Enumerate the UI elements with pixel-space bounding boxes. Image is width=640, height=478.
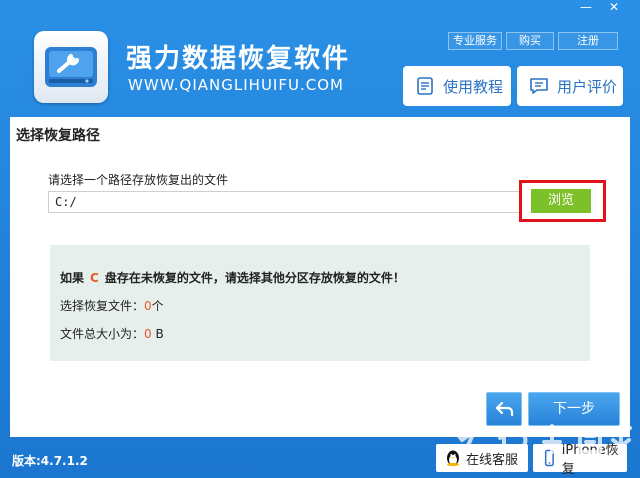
path-input[interactable]: C:/ — [48, 191, 522, 213]
review-label: 用户评价 — [557, 77, 618, 96]
pro-service-link[interactable]: 专业服务 — [448, 32, 502, 50]
top-links: 专业服务 购买 注册 — [448, 32, 618, 50]
hard-drive-wrench-icon — [45, 47, 97, 87]
path-label: 请选择一个路径存放恢复出的文件 — [48, 173, 229, 187]
back-button[interactable] — [486, 392, 522, 426]
tutorial-label: 使用教程 — [443, 77, 504, 96]
online-service-label: 在线客服 — [466, 452, 519, 468]
selected-files-line: 选择恢复文件：0个 — [60, 297, 164, 314]
browse-button[interactable]: 浏览 — [531, 189, 591, 213]
phone-icon — [544, 449, 554, 467]
version-label: 版本:4.7.1.2 — [12, 454, 88, 468]
next-button[interactable]: 下一步 — [528, 392, 620, 426]
main-panel: 选择恢复路径 请选择一个路径存放恢复出的文件 C:/ 浏览 如果 C 盘存在未恢复的… — [10, 117, 630, 437]
iphone-recovery-label: iPhone恢复 — [561, 443, 619, 477]
app-url: WWW.QIANGLIHUIFU.COM — [128, 76, 344, 94]
warning-suffix: 盘存在未恢复的文件，请选择其他分区存放恢复的文件！ — [104, 271, 405, 285]
total-size-value: 0 — [144, 327, 152, 341]
buy-link[interactable]: 购买 — [506, 32, 554, 50]
online-service-button[interactable]: 在线客服 — [436, 444, 528, 472]
warning-drive: C — [90, 271, 99, 285]
tutorial-button[interactable]: 使用教程 — [403, 66, 511, 106]
total-size-label: 文件总大小为： — [60, 327, 145, 341]
selected-files-label: 选择恢复文件： — [60, 299, 145, 313]
close-button[interactable]: ✕ — [602, 0, 626, 16]
app-logo — [34, 31, 108, 103]
qq-penguin-icon — [447, 450, 459, 467]
review-button[interactable]: 用户评价 — [517, 66, 623, 106]
section-title: 选择恢复路径 — [16, 128, 100, 144]
iphone-recovery-button[interactable]: iPhone恢复 — [533, 443, 627, 477]
total-size-line: 文件总大小为：0 B — [60, 325, 164, 342]
selected-files-count: 0 — [144, 299, 152, 313]
document-icon — [417, 77, 433, 95]
minimize-button[interactable]: — — [574, 0, 598, 16]
drive-warning: 如果 C 盘存在未恢复的文件，请选择其他分区存放恢复的文件！ — [60, 269, 405, 286]
info-box: 如果 C 盘存在未恢复的文件，请选择其他分区存放恢复的文件！ 选择恢复文件：0个 文… — [50, 245, 590, 361]
comment-icon — [530, 78, 548, 94]
app-window: — ✕ 强力数据恢复软件 WWW.QIANGLIHUIFU.COM 专业服务 购… — [0, 0, 640, 478]
register-link[interactable]: 注册 — [558, 32, 618, 50]
app-title: 强力数据恢复软件 — [126, 44, 351, 74]
back-arrow-icon — [496, 401, 514, 417]
selected-files-unit: 个 — [151, 299, 164, 313]
browse-highlight: 浏览 — [519, 180, 606, 222]
warning-prefix: 如果 — [60, 271, 85, 285]
total-size-unit: B — [155, 327, 164, 341]
